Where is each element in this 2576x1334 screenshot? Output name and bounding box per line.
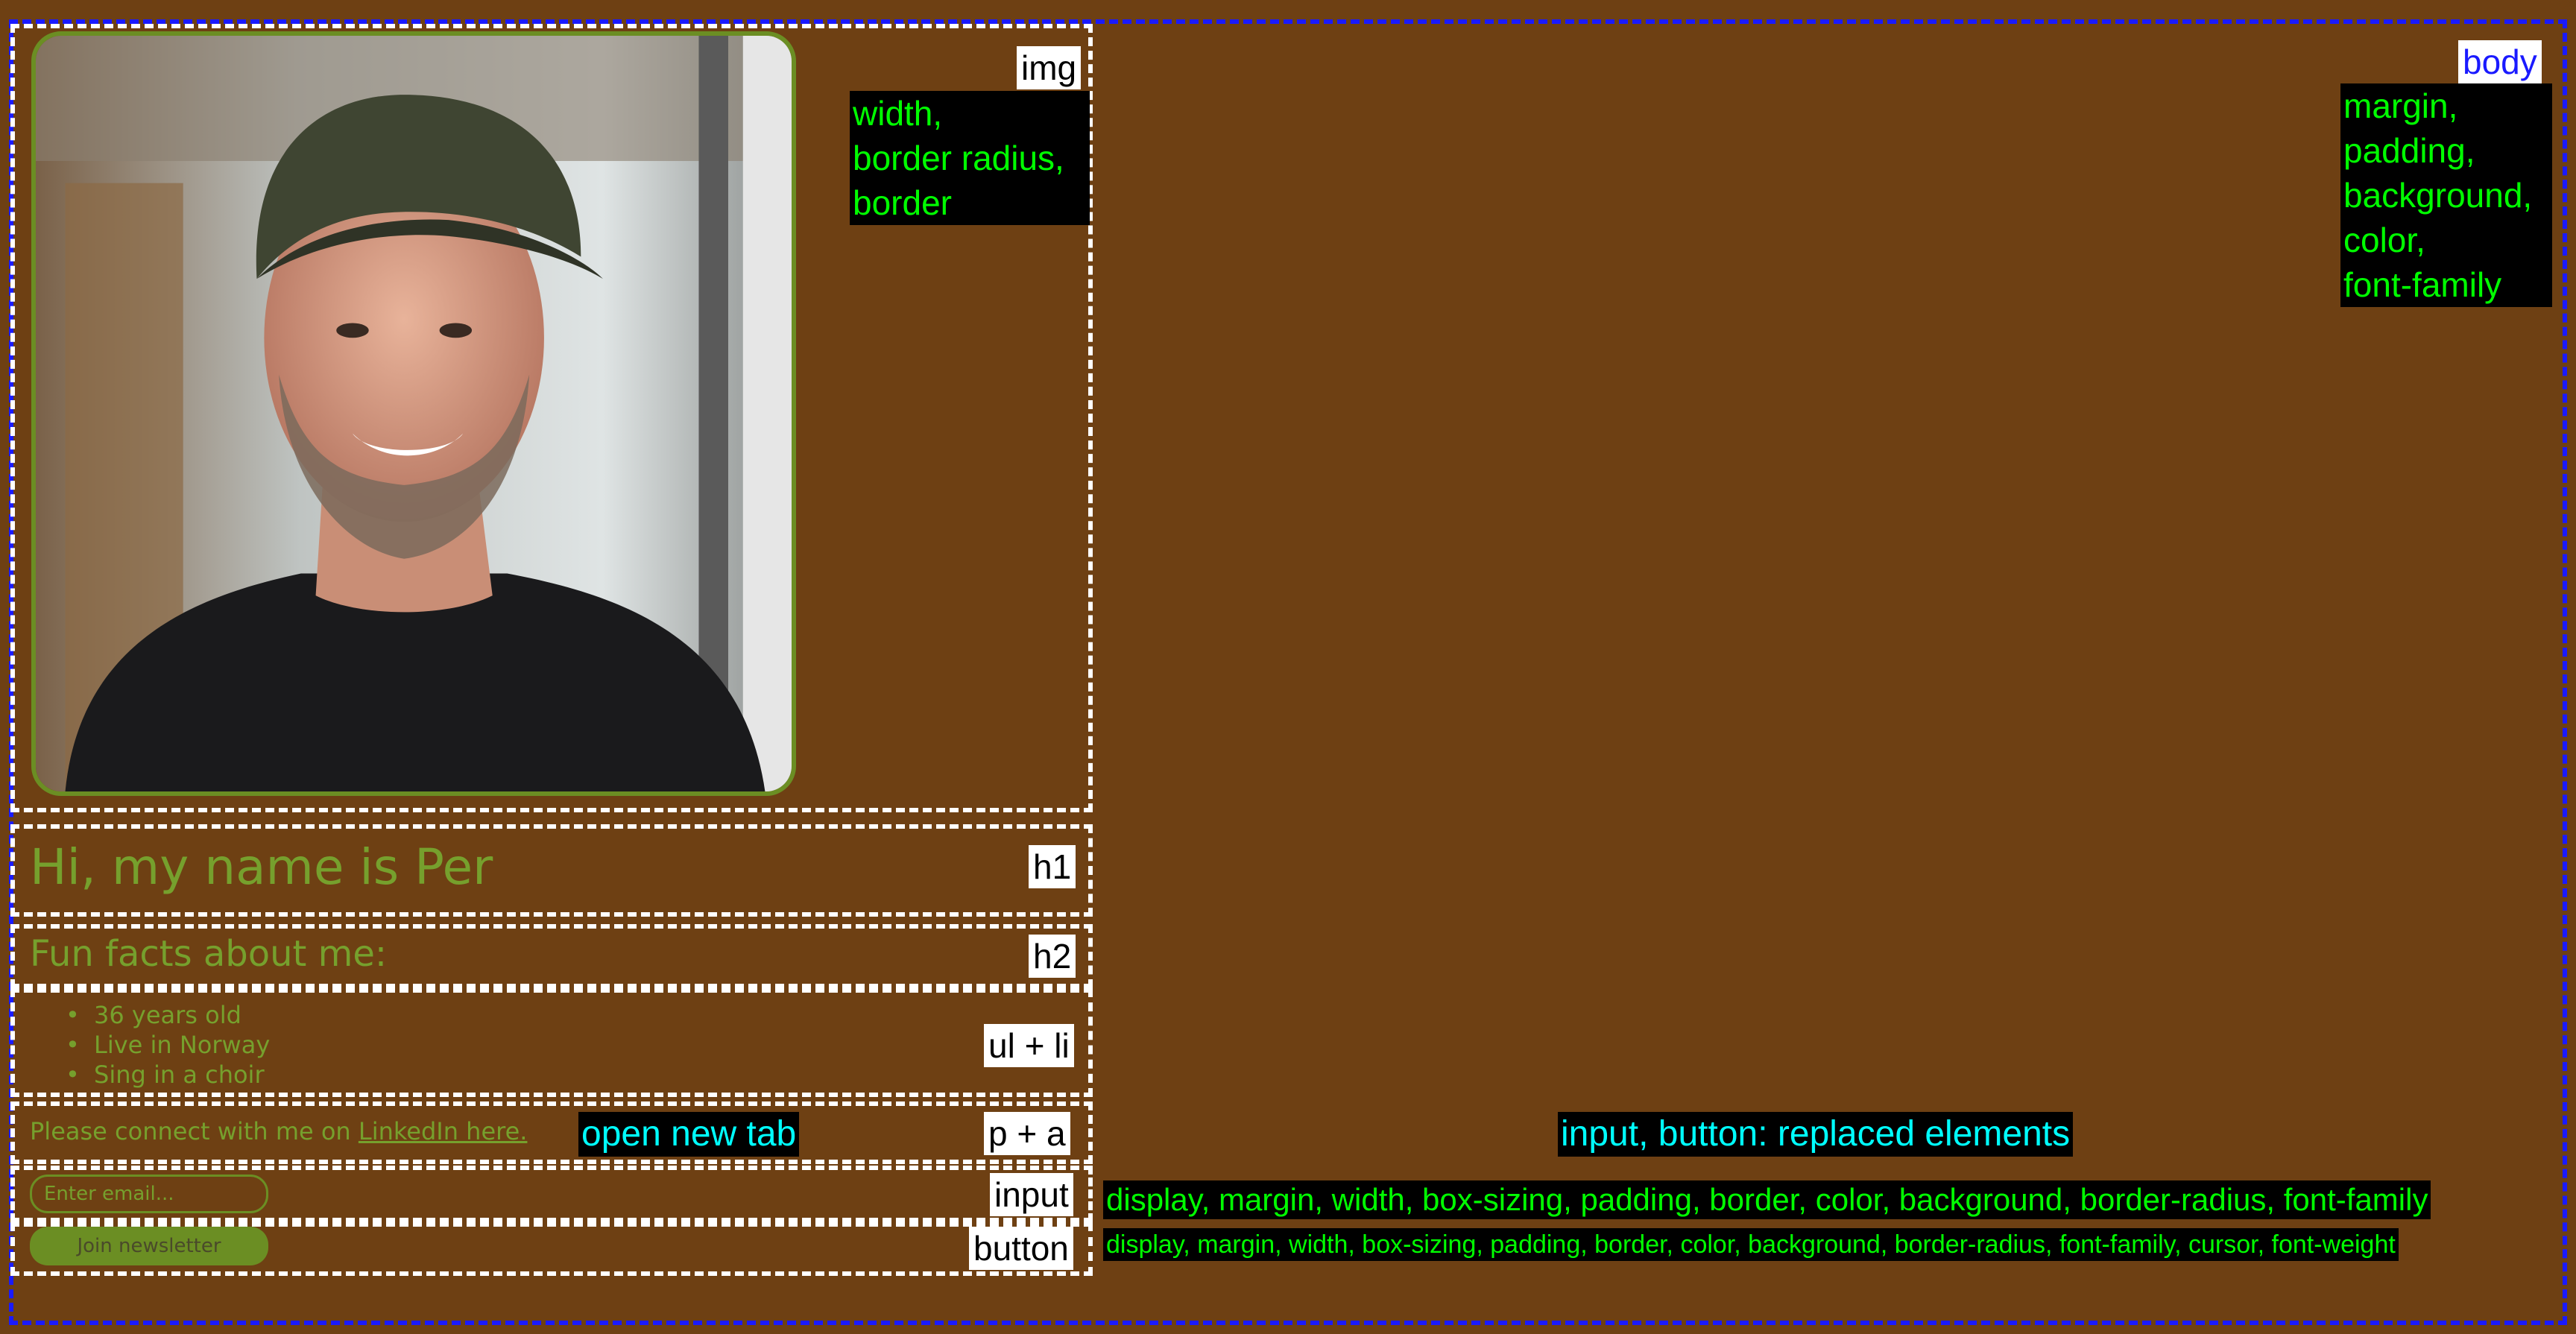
- button-tag: button: [969, 1227, 1073, 1270]
- img-prop-border: border: [853, 183, 952, 222]
- input-properties: display, margin, width, box-sizing, padd…: [1103, 1180, 2431, 1219]
- button-properties: display, margin, width, box-sizing, padd…: [1103, 1228, 2399, 1261]
- email-field[interactable]: [30, 1175, 268, 1213]
- profile-photo-image: [36, 36, 792, 791]
- fun-facts-list: 36 years old Live in Norway Sing in a ch…: [66, 1000, 270, 1090]
- input-tag: input: [990, 1173, 1073, 1216]
- body-prop-color: color,: [2343, 221, 2425, 259]
- img-prop-border-radius: border radius,: [853, 139, 1064, 177]
- open-new-tab-note: open new tab: [578, 1112, 800, 1157]
- connect-text: Please connect with me on: [30, 1117, 359, 1145]
- replaced-elements-note: input, button: replaced elements: [1558, 1112, 2074, 1157]
- list-item: Sing in a choir: [66, 1060, 270, 1090]
- img-tag: img: [1017, 46, 1082, 89]
- linkedin-link[interactable]: LinkedIn here.: [359, 1117, 528, 1145]
- img-prop-width: width,: [853, 94, 943, 133]
- page-title: Hi, my name is Per: [30, 838, 493, 896]
- ul-li-tag: ul + li: [984, 1024, 1074, 1067]
- body-properties: margin, padding, background, color, font…: [2340, 83, 2552, 307]
- p-a-tag: p + a: [984, 1112, 1070, 1155]
- connect-paragraph: Please connect with me on LinkedIn here.: [30, 1115, 527, 1148]
- body-prop-background: background,: [2343, 176, 2533, 215]
- list-item: Live in Norway: [66, 1030, 270, 1060]
- body-prop-padding: padding,: [2343, 131, 2475, 170]
- list-item: 36 years old: [66, 1000, 270, 1030]
- body-prop-margin: margin,: [2343, 86, 2458, 125]
- profile-photo: [31, 31, 796, 796]
- join-newsletter-button[interactable]: Join newsletter: [30, 1227, 268, 1265]
- h1-tag: h1: [1029, 845, 1076, 888]
- body-prop-font-family: font-family: [2343, 265, 2502, 304]
- body-tag: body: [2458, 40, 2542, 83]
- h2-tag: h2: [1029, 935, 1076, 978]
- fun-facts-heading: Fun facts about me:: [30, 933, 388, 975]
- img-properties: width, border radius, border: [850, 91, 1090, 225]
